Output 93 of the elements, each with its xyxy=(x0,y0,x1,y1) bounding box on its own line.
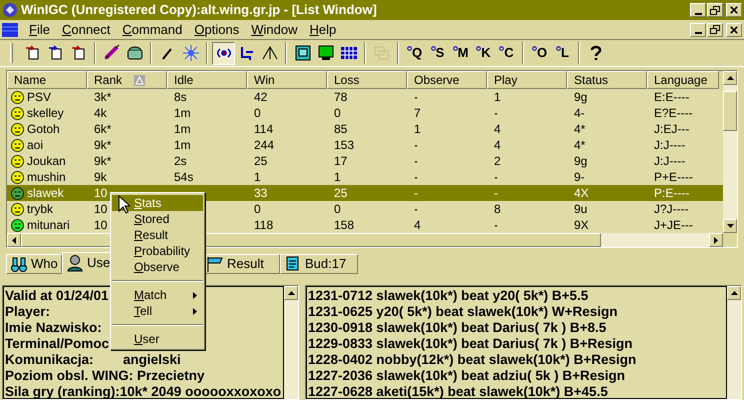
table-cell-text: 4X xyxy=(574,185,589,202)
table-cell-text: 4- xyxy=(574,105,585,122)
table-cell-text: 9- xyxy=(574,169,585,186)
table-cell-text: 244 xyxy=(254,137,274,154)
result-line: 1227-0628 aketi(15k*) beat slawek(10k*) B+45.5 xyxy=(308,384,609,400)
table-cell-text: - xyxy=(414,201,418,218)
table-cell-text: 1m xyxy=(174,121,191,138)
table-cell-text: J?J---- xyxy=(654,201,689,218)
table-cell-text: 9u xyxy=(574,201,588,218)
table-cell: 78 xyxy=(334,89,348,106)
table-cell-text: - xyxy=(494,105,498,122)
table-cell-text: 1 xyxy=(254,169,261,186)
table-cell-text: 4* xyxy=(574,137,586,154)
table-cell-text: 1 xyxy=(334,169,341,186)
table-cell-text: 25 xyxy=(254,153,268,170)
table-cell-text: 85 xyxy=(334,121,348,138)
table-cell: - xyxy=(414,89,418,106)
table-cell-text: 4* xyxy=(574,121,586,138)
table-cell-text: 118 xyxy=(254,217,274,233)
table-cell-text: 9X xyxy=(574,217,589,233)
table-cell-text: 0 xyxy=(334,201,341,218)
table-cell-text: trybk xyxy=(27,201,54,218)
table-cell: PSV xyxy=(27,89,52,106)
table-cell-text: - xyxy=(494,169,498,186)
table-cell-text: 10 xyxy=(94,201,108,218)
table-cell-text: 33 xyxy=(254,185,268,202)
table-cell-text: 4k xyxy=(94,105,107,122)
table-cell-text: Gotoh xyxy=(27,121,60,138)
table-cell: 1 xyxy=(494,89,501,106)
table-cell-text: - xyxy=(494,217,498,233)
info-value: angielski xyxy=(123,352,181,368)
table-cell: 3k* xyxy=(94,89,112,106)
table-cell-text: 1m xyxy=(174,105,191,122)
table-cell-text: aoi xyxy=(27,137,44,154)
table-cell-text: - xyxy=(494,185,498,202)
table-cell-text: 54s xyxy=(174,169,194,186)
result-line: 1231-0625 y20( 5k*) beat slawek(10k*) W+Resign xyxy=(308,304,619,320)
table-cell-text: 10 xyxy=(94,185,108,202)
table-cell-text: skelley xyxy=(27,105,64,122)
result-line: 1229-0833 slawek(10k*) beat Darius( 7k ) B+Resign xyxy=(308,336,634,352)
table-cell-text: - xyxy=(414,153,418,170)
table-cell-text: mushin xyxy=(27,169,66,186)
result-line: 1228-0402 nobby(12k*) beat slawek(10k*) B+Resign xyxy=(308,352,638,368)
table-cell-text: 0 xyxy=(334,105,341,122)
table-cell-text: 9k xyxy=(94,169,107,186)
table-cell-text: - xyxy=(414,185,418,202)
table-cell-text: 0 xyxy=(254,201,261,218)
info-line: Komunikacja: xyxy=(5,352,95,368)
window-title: WinIGC (Unregistered Copy):alt.wing.gr.jp - [List Window] xyxy=(21,1,378,20)
table-cell-text: P+E---- xyxy=(654,169,693,186)
table-cell-text: 2s xyxy=(174,153,187,170)
table-cell-text: 4 xyxy=(494,137,501,154)
table-cell-text: J:J---- xyxy=(654,137,686,154)
table-cell-text: mitunari xyxy=(27,217,70,233)
table-cell-text: 7 xyxy=(414,105,421,122)
table-cell-text: slawek xyxy=(27,185,64,202)
table-cell-text: 1 xyxy=(414,121,421,138)
table-cell-text: 0 xyxy=(254,105,261,122)
info-line: Terminal/Pomoc xyxy=(5,336,110,352)
info-line: Poziom obsl. WING: Przecietny xyxy=(5,368,205,384)
table-cell-text: 153 xyxy=(334,137,354,154)
table-cell-text: 8 xyxy=(494,201,501,218)
table-cell-text: 4 xyxy=(494,121,501,138)
table-cell-text: J:EJ--- xyxy=(654,121,690,138)
table-cell: 9g xyxy=(574,89,588,106)
result-line: 1231-0712 slawek(10k*) beat y20( 5k*) B+5.5 xyxy=(308,288,590,304)
table-cell-text: 1m xyxy=(174,137,191,154)
table-cell: 42 xyxy=(254,89,268,106)
table-cell-text: J+JE--- xyxy=(654,217,693,233)
table-cell-text: 9g xyxy=(574,153,588,170)
info-line: Imie Nazwisko: xyxy=(5,320,102,336)
table-cell-text: 6k* xyxy=(94,121,112,138)
table-cell-text: 9k* xyxy=(94,137,112,154)
table-cell-text: 4 xyxy=(414,217,421,233)
table-cell-text: J:J---- xyxy=(654,153,686,170)
table-cell-text: - xyxy=(414,169,418,186)
table-cell: 8s xyxy=(174,89,187,106)
table-cell-text: 25 xyxy=(334,185,348,202)
table-cell-text: 158 xyxy=(334,217,354,233)
table-cell-text: 10 xyxy=(94,217,108,233)
table-cell-text: E?E---- xyxy=(654,105,693,122)
table-cell-text: 114 xyxy=(254,121,274,138)
table-cell: E:E---- xyxy=(654,89,690,106)
info-line: Player: xyxy=(5,304,50,320)
result-line: 1230-0918 slawek(10k*) beat Darius( 7k ) B+8.5 xyxy=(308,320,608,336)
table-cell-text: 9k* xyxy=(94,153,112,170)
table-cell-text: 2 xyxy=(494,153,501,170)
info-line: Valid at 01/24/01 xyxy=(5,288,109,304)
table-cell-text: P:E---- xyxy=(654,185,690,202)
table-cell-text: 17 xyxy=(334,153,348,170)
result-line: 1227-2036 slawek(10k*) beat adziu( 5k ) B+Resign xyxy=(308,368,626,384)
table-cell-text: - xyxy=(414,137,418,154)
table-cell-text: Joukan xyxy=(27,153,66,170)
